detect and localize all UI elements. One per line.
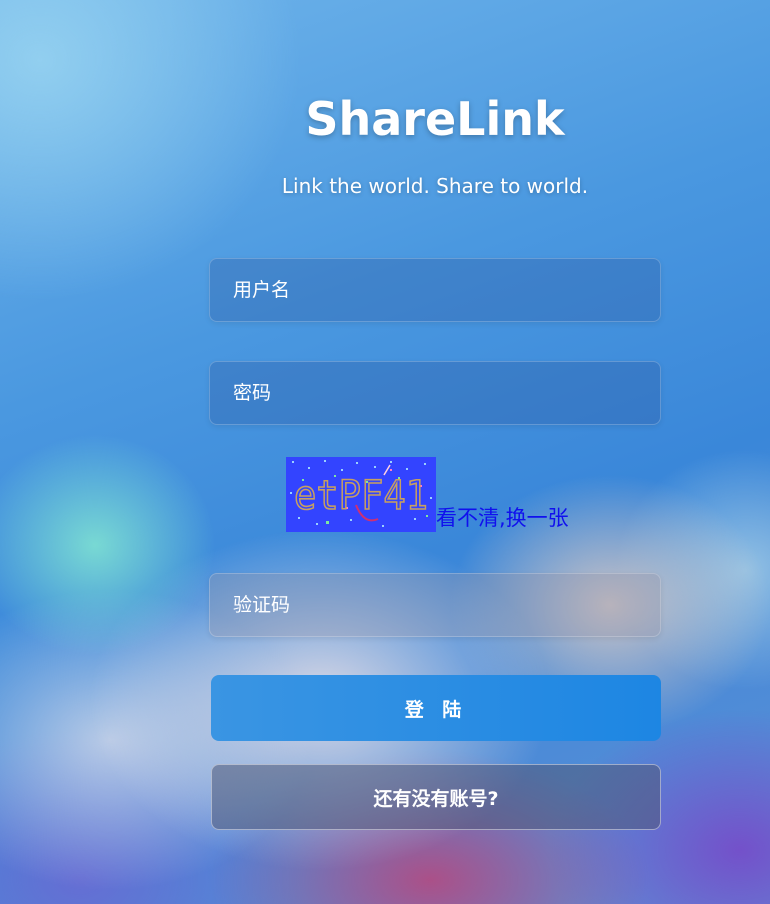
captcha-row: etPF41 看不清,换一张 xyxy=(286,456,569,532)
app-title: ShareLink xyxy=(305,92,565,146)
captcha-image[interactable]: etPF41 xyxy=(286,457,436,532)
captcha-input[interactable] xyxy=(209,573,661,637)
app-subtitle: Link the world. Share to world. xyxy=(281,174,589,198)
username-input[interactable] xyxy=(209,258,661,322)
login-button[interactable]: 登 陆 xyxy=(211,675,661,741)
register-button[interactable]: 还有没有账号? xyxy=(211,764,661,830)
captcha-text: etPF41 xyxy=(294,473,428,519)
refresh-captcha-link[interactable]: 看不清,换一张 xyxy=(436,508,569,532)
password-input[interactable] xyxy=(209,361,661,425)
